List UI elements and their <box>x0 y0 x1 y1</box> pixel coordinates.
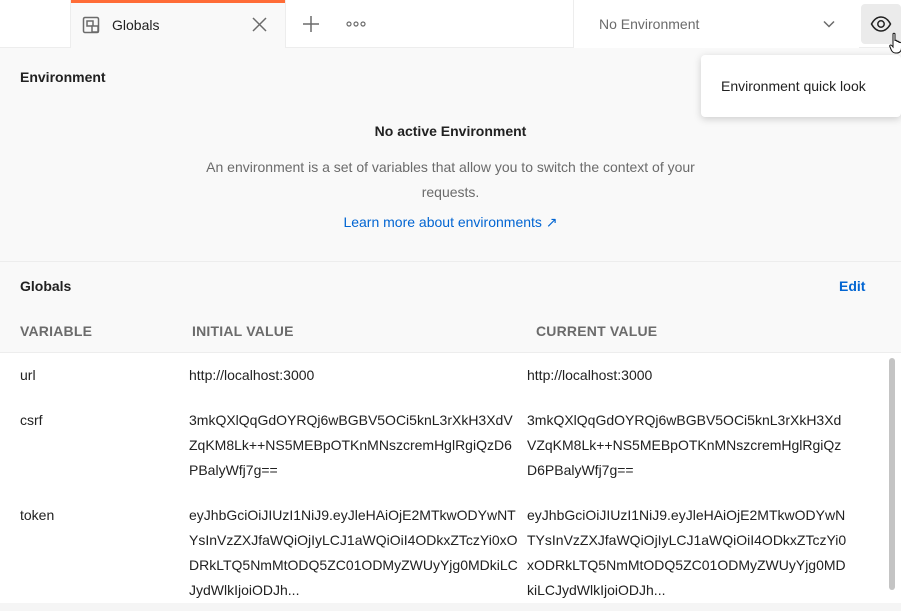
quick-look-tooltip: Environment quick look <box>701 55 901 117</box>
current-value: 3mkQXlQqGdOYRQj6wBGBV5OCi5knL3rXkH3XdVZq… <box>527 412 842 478</box>
plus-icon[interactable] <box>300 13 322 35</box>
initial-value: 3mkQXlQqGdOYRQj6wBGBV5OCi5knL3rXkH3XdVZq… <box>189 412 513 478</box>
environment-selector[interactable]: No Environment <box>573 0 859 48</box>
tab-bar: Globals No Environment <box>0 0 901 48</box>
initial-value: eyJhbGciOiJIUzI1NiJ9.eyJleHAiOjE2MTkwODY… <box>189 507 518 598</box>
learn-more-link[interactable]: Learn more about environments ↗ <box>0 214 901 231</box>
close-icon[interactable] <box>251 16 268 33</box>
variable-name: csrf <box>20 412 43 428</box>
initial-value: http://localhost:3000 <box>189 367 315 383</box>
tab-label: Globals <box>112 17 160 33</box>
column-header-current-value: CURRENT VALUE <box>536 323 658 339</box>
panel-bottom-edge <box>0 603 901 611</box>
environment-selector-label: No Environment <box>599 16 700 32</box>
current-value: http://localhost:3000 <box>527 367 653 383</box>
edit-globals-button[interactable]: Edit <box>839 278 865 294</box>
eye-icon <box>870 16 892 32</box>
tooltip-text: Environment quick look <box>721 78 866 94</box>
variable-name: url <box>20 367 36 383</box>
hand-cursor-icon <box>889 32 901 54</box>
current-value: eyJhbGciOiJIUzI1NiJ9.eyJleHAiOjE2MTkwODY… <box>527 507 847 598</box>
variable-name: token <box>20 507 55 523</box>
environment-section-title: Environment <box>20 69 106 85</box>
column-header-initial-value: INITIAL VALUE <box>192 323 294 339</box>
column-header-variable: VARIABLE <box>20 323 93 339</box>
active-tab-indicator <box>71 0 285 3</box>
globals-section-title: Globals <box>20 278 72 294</box>
globals-tab-icon <box>82 16 100 34</box>
globals-section-header: Globals Edit VARIABLE INITIAL VALUE CURR… <box>0 262 901 353</box>
empty-state-description: An environment is a set of variables tha… <box>206 159 695 200</box>
tab-globals[interactable]: Globals <box>70 0 286 48</box>
globals-table[interactable]: url http://localhost:3000 http://localho… <box>0 354 901 611</box>
chevron-down-icon <box>823 20 835 28</box>
table-scrollbar[interactable] <box>889 358 895 590</box>
ellipsis-icon[interactable] <box>344 13 368 35</box>
empty-state-title: No active Environment <box>374 123 527 139</box>
environment-quick-look-panel: Environment No active Environment An env… <box>0 48 901 611</box>
